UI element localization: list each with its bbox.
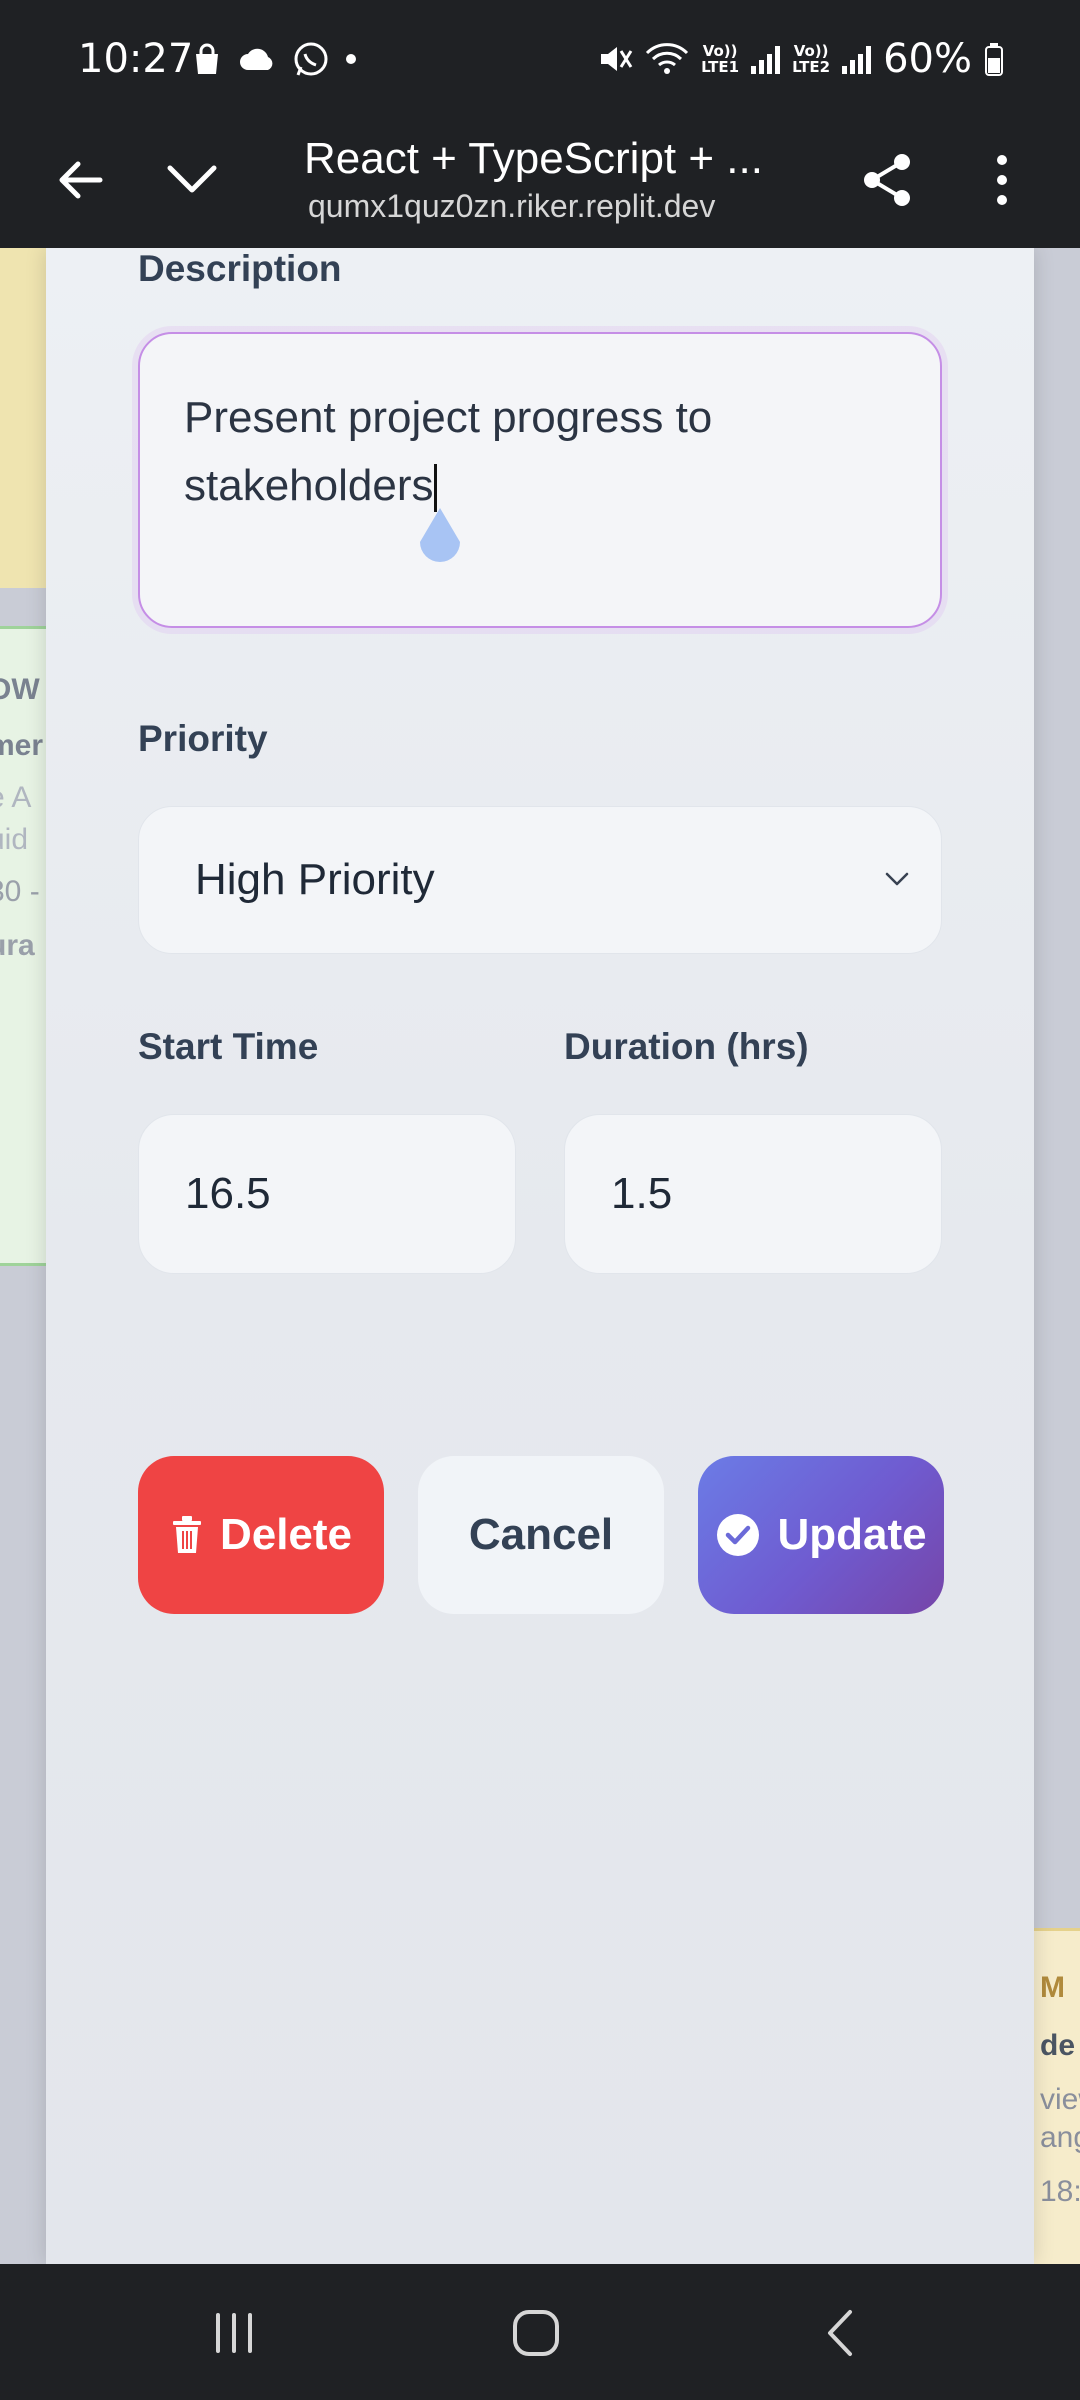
wifi-icon xyxy=(646,43,689,74)
web-content: OW mer e A uid 30 - ura M de view ang 18… xyxy=(0,248,1080,2264)
page-title: React + TypeScript + ... xyxy=(304,134,763,183)
duration-label: Duration (hrs) xyxy=(564,1026,809,1067)
chevron-left-icon xyxy=(828,2310,852,2356)
lte1-label: Vo)) LTE1 xyxy=(701,42,740,76)
system-nav-bar xyxy=(0,2264,1080,2400)
check-circle-icon xyxy=(717,1514,760,1556)
more-vertical-icon xyxy=(997,155,1007,205)
battery-icon xyxy=(985,43,1003,76)
update-button[interactable]: Update xyxy=(698,1456,944,1614)
page-url[interactable]: qumx1quz0zn.riker.replit.dev xyxy=(308,188,715,225)
cloud-icon xyxy=(240,48,273,70)
home-button[interactable] xyxy=(496,2298,576,2368)
home-icon xyxy=(513,2310,559,2356)
start-time-label: Start Time xyxy=(138,1026,319,1067)
more-options-button[interactable] xyxy=(962,140,1042,220)
signal-2-icon xyxy=(842,44,872,74)
duration-input[interactable]: 1.5 xyxy=(564,1114,942,1274)
priority-select[interactable]: High Priority xyxy=(138,806,942,954)
description-textarea[interactable]: Present project progress to stakeholders xyxy=(138,332,942,628)
arrow-left-icon xyxy=(59,161,103,199)
description-label: Description xyxy=(138,248,342,289)
background-card: M de view ang 18:3 xyxy=(1034,1928,1080,2264)
cancel-button[interactable]: Cancel xyxy=(418,1456,664,1614)
share-button[interactable] xyxy=(848,140,928,220)
delete-button[interactable]: Delete xyxy=(138,1456,384,1614)
recent-apps-icon xyxy=(216,2313,252,2353)
lte2-label: Vo)) LTE2 xyxy=(792,42,831,76)
trash-icon xyxy=(172,1516,201,1553)
chevron-down-icon xyxy=(167,165,217,193)
system-indicators: Vo)) LTE1 Vo)) LTE2 60% xyxy=(597,36,1004,82)
background-card xyxy=(0,248,46,588)
back-nav-button[interactable] xyxy=(800,2298,880,2368)
recent-apps-button[interactable] xyxy=(194,2298,274,2368)
priority-label: Priority xyxy=(138,718,268,759)
shopping-bag-icon xyxy=(196,43,218,74)
text-selection-handle[interactable] xyxy=(414,506,466,570)
edit-task-panel: Description Present project progress to … xyxy=(46,248,1034,2264)
dot-icon xyxy=(346,54,356,64)
collapse-button[interactable] xyxy=(152,140,232,220)
browser-toolbar: React + TypeScript + ... qumx1quz0zn.rik… xyxy=(0,120,1080,248)
start-time-input[interactable]: 16.5 xyxy=(138,1114,516,1274)
back-button[interactable] xyxy=(40,140,120,220)
signal-1-icon xyxy=(751,44,781,74)
share-icon xyxy=(864,154,910,206)
chevron-down-icon xyxy=(885,872,909,886)
status-bar: 10:27 Vo)) LTE1 Vo)) LTE2 60% xyxy=(0,0,1080,120)
whatsapp-icon xyxy=(294,42,328,76)
notification-icons xyxy=(190,40,358,78)
clock: 10:27 xyxy=(78,36,194,82)
background-card: OW mer e A uid 30 - ura xyxy=(0,626,46,1266)
battery-percent: 60% xyxy=(883,36,972,82)
mute-icon xyxy=(601,47,633,71)
